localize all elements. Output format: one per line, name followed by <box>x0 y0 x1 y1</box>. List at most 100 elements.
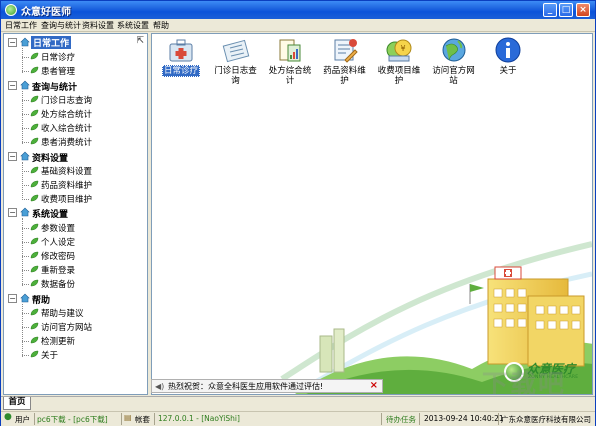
status-company: 广东众意医疗科技有限公司 <box>501 415 591 424</box>
tab-strip: 首页 <box>1 396 595 410</box>
main-content: 日常诊疗门诊日志查询处方综合统计药品资料维护¥收费项目维护访问官方网站关于 <box>151 33 593 395</box>
home-icon <box>20 80 30 89</box>
maximize-button[interactable]: □ <box>559 3 573 17</box>
collapse-toggle-icon[interactable]: − <box>8 151 17 161</box>
status-separator <box>34 413 35 425</box>
tree-item-label: 帮助与建议 <box>41 308 84 319</box>
collapse-toggle-icon[interactable]: − <box>8 80 17 90</box>
leaf-icon <box>30 95 39 103</box>
tree-connector <box>22 284 29 286</box>
leaf-icon <box>30 237 39 245</box>
tree-connector <box>22 355 29 357</box>
tree-connector <box>22 341 29 343</box>
status-user-value: pc6下载 - [pc6下载] <box>37 415 108 424</box>
speaker-icon: ◀) <box>155 382 165 391</box>
tree-connector <box>22 256 29 257</box>
title-bar[interactable]: 众意好医师 _ □ × <box>1 1 595 19</box>
status-user-label: 用户 <box>15 415 30 424</box>
tree-connector <box>22 57 29 59</box>
menu-help[interactable]: 帮助 <box>153 20 169 31</box>
tree-connector <box>22 71 29 73</box>
home-icon <box>20 293 30 302</box>
tree-connector <box>22 48 23 73</box>
status-bar: ● 用户 pc6下载 - [pc6下载] ▤ 帐套 127.0.0.1 - [N… <box>1 411 595 426</box>
tree-item-label: 数据备份 <box>41 280 76 291</box>
leaf-icon <box>30 223 39 230</box>
collapse-toggle-icon[interactable]: − <box>8 38 17 47</box>
tree-item-label: 日常诊疗 <box>41 53 76 64</box>
tree-item-label: 参数设置 <box>41 223 76 234</box>
tree-connector <box>22 199 29 201</box>
leaf-icon <box>30 280 39 287</box>
tree-connector <box>22 114 29 115</box>
status-separator <box>121 413 122 425</box>
status-ip-value: 127.0.0.1 - [NaoYiShi] <box>158 414 240 423</box>
tree-connector <box>22 327 29 328</box>
tree-item-label: 重新登录 <box>41 266 76 277</box>
home-icon <box>20 37 30 47</box>
tree-group-label: 资料设置 <box>32 153 69 164</box>
notification-text[interactable]: 热烈祝贺：众意全科医生应用软件通过评估! <box>168 381 323 392</box>
tree-connector <box>22 99 29 101</box>
nav-tree-panel: ⇱ − 日常工作 日常诊疗 患者管理 − 查询与统计 门诊日志查询 处方综合统计 收入综合统计患… <box>3 33 148 395</box>
status-separator <box>154 413 155 425</box>
leaf-icon <box>30 67 39 74</box>
app-logo-icon <box>5 4 17 16</box>
status-separator <box>381 413 382 425</box>
minimize-button[interactable]: _ <box>543 3 557 17</box>
notification-close-button[interactable]: × <box>370 380 378 391</box>
tree-item-label: 收费项目维护 <box>41 195 93 206</box>
tree-item-label: 患者消费统计 <box>41 138 93 149</box>
leaf-icon <box>30 265 39 273</box>
tree-item-label: 药品资料维护 <box>41 181 93 191</box>
leaf-icon <box>30 308 39 316</box>
leaf-icon <box>30 180 39 188</box>
leaf-icon <box>30 336 39 344</box>
leaf-icon <box>30 138 39 145</box>
collapse-toggle-icon[interactable]: − <box>8 208 17 218</box>
tree-connector <box>22 303 23 357</box>
status-pending-tasks[interactable]: 待办任务 <box>386 414 416 425</box>
watermark: 下载吧 <box>482 370 567 395</box>
tree-connector <box>22 241 29 243</box>
user-icon: ● <box>4 412 12 422</box>
status-terminal-label: 帐套 <box>135 415 150 424</box>
tree-connector <box>22 227 29 229</box>
status-datetime: 2013-09-24 10:40:21 <box>424 414 504 423</box>
menu-system-settings[interactable]: 系统设置 <box>117 20 149 31</box>
tree-item-label: 处方综合统计 <box>41 110 93 120</box>
tree-item-label: 检测更新 <box>41 337 76 348</box>
tree-connector <box>22 128 29 130</box>
close-button[interactable]: × <box>576 3 590 17</box>
window-title: 众意好医师 <box>21 7 71 18</box>
tree-group-label: 查询与统计 <box>32 82 78 93</box>
status-separator <box>419 413 420 425</box>
pin-icon[interactable]: ⇱ <box>136 36 144 46</box>
tree-group-label: 帮助 <box>32 295 51 306</box>
tree-item-label: 修改密码 <box>41 252 76 262</box>
collapse-toggle-icon[interactable]: − <box>8 293 17 303</box>
hospital-illustration <box>280 241 592 394</box>
leaf-icon <box>30 123 39 131</box>
leaf-icon <box>30 322 39 330</box>
menu-data-settings[interactable]: 资料设置 <box>82 20 114 31</box>
tab-home[interactable]: 首页 <box>3 397 31 410</box>
tree-group-label: 系统设置 <box>32 210 69 221</box>
tree-connector <box>22 142 29 144</box>
tree-item-label: 收入综合统计 <box>41 124 93 135</box>
tree-group-label: 日常工作 <box>31 36 72 49</box>
home-icon <box>20 207 30 217</box>
menu-daily-work[interactable]: 日常工作 <box>5 20 37 31</box>
leaf-icon <box>30 251 39 259</box>
menu-query-stats[interactable]: 查询与统计 <box>41 20 81 31</box>
tree-item-label: 基础资料设置 <box>41 166 93 177</box>
app-window: 众意好医师 _ □ × 日常工作 查询与统计 资料设置 系统设置 帮助 ⇱ − 日… <box>0 0 596 426</box>
leaf-icon <box>30 52 39 60</box>
tree-connector <box>22 270 29 272</box>
tree-connector <box>22 90 23 144</box>
tree-item-label: 个人设定 <box>41 237 76 248</box>
leaf-icon <box>30 351 39 358</box>
notification-bar: ◀) 热烈祝贺：众意全科医生应用软件通过评估! × <box>151 379 383 393</box>
account-icon: ▤ <box>124 413 132 422</box>
tree-item-label: 患者管理 <box>41 67 76 78</box>
